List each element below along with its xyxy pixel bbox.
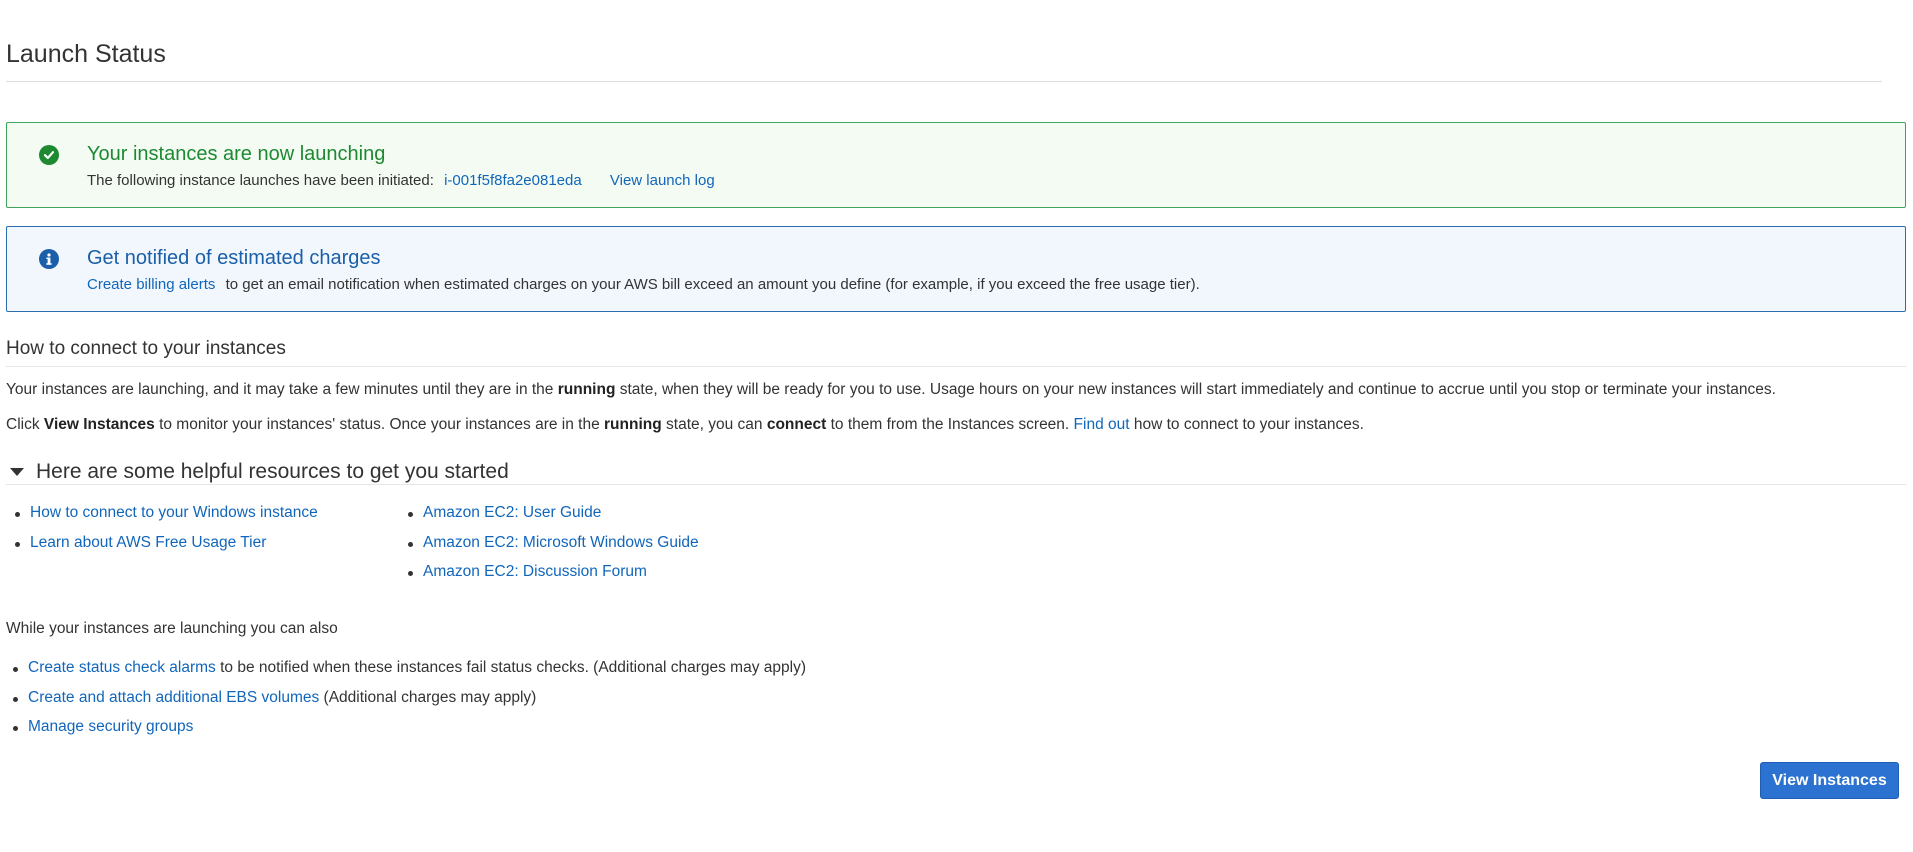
also-list: Create status check alarms to be notifie…: [4, 659, 806, 748]
list-item: Amazon EC2: Discussion Forum: [399, 563, 699, 593]
p2-text-d: to them from the Instances screen.: [830, 416, 1070, 433]
view-instances-button[interactable]: View Instances: [1760, 762, 1899, 799]
p2-text-b: to monitor your instances' status. Once …: [159, 416, 600, 433]
connect-paragraph-2: Click View Instances to monitor your ins…: [6, 416, 1364, 434]
list-item: Create and attach additional EBS volumes…: [4, 689, 806, 719]
list-item: Manage security groups: [4, 718, 806, 748]
caret-down-icon: [10, 468, 24, 476]
connect-heading: How to connect to your instances: [6, 338, 286, 359]
p1-text-b: state, when they will be ready for you t…: [619, 381, 1776, 398]
manage-security-groups-link[interactable]: Manage security groups: [28, 718, 193, 735]
list-item: How to connect to your Windows instance: [6, 504, 318, 534]
title-divider: [6, 81, 1882, 82]
also-heading: While your instances are launching you c…: [6, 620, 338, 637]
resources-right-list: Amazon EC2: User Guide Amazon EC2: Micro…: [399, 504, 699, 593]
list-item: Create status check alarms to be notifie…: [4, 659, 806, 689]
success-body: The following instance launches have bee…: [87, 172, 715, 189]
ebs-volumes-link[interactable]: Create and attach additional EBS volumes: [28, 689, 319, 706]
resources-divider: [6, 484, 1906, 485]
p2-bold-connect: connect: [766, 416, 827, 433]
windows-connect-link[interactable]: How to connect to your Windows instance: [30, 504, 318, 521]
free-tier-link[interactable]: Learn about AWS Free Usage Tier: [30, 534, 266, 551]
find-out-link[interactable]: Find out: [1074, 416, 1130, 433]
info-heading: Get notified of estimated charges: [87, 247, 381, 269]
p2-bold-view-instances: View Instances: [43, 416, 155, 433]
p1-bold-running: running: [557, 381, 616, 398]
ec2-forum-link[interactable]: Amazon EC2: Discussion Forum: [423, 563, 647, 580]
launch-success-alert: Your instances are now launching The fol…: [6, 122, 1906, 208]
p2-text-c: state, you can: [666, 416, 763, 433]
list-item: Amazon EC2: User Guide: [399, 504, 699, 534]
launch-status-page: Launch Status Your instances are now lau…: [0, 0, 1913, 852]
success-heading: Your instances are now launching: [87, 143, 386, 165]
list-item: Learn about AWS Free Usage Tier: [6, 534, 318, 564]
list-item: Amazon EC2: Microsoft Windows Guide: [399, 534, 699, 564]
resources-toggle[interactable]: Here are some helpful resources to get y…: [6, 460, 509, 484]
connect-paragraph-1: Your instances are launching, and it may…: [6, 381, 1776, 399]
instance-id-link[interactable]: i-001f5f8fa2e081eda: [444, 172, 582, 189]
info-body-text: to get an email notification when estima…: [225, 276, 1200, 293]
status-check-alarms-link[interactable]: Create status check alarms: [28, 659, 216, 676]
p1-text-a: Your instances are launching, and it may…: [6, 381, 554, 398]
ebs-volumes-text: (Additional charges may apply): [323, 688, 537, 706]
status-check-alarms-text: to be notified when these instances fail…: [220, 659, 806, 676]
success-body-text: The following instance launches have bee…: [87, 172, 434, 189]
p2-text-a: Click: [6, 416, 40, 433]
info-body: Create billing alerts to get an email no…: [87, 276, 1200, 293]
resources-left-list: How to connect to your Windows instance …: [6, 504, 318, 563]
create-billing-alerts-link[interactable]: Create billing alerts: [87, 276, 215, 293]
p2-text-e: how to connect to your instances.: [1133, 416, 1364, 433]
view-launch-log-link[interactable]: View launch log: [610, 172, 715, 189]
check-circle-icon: [39, 145, 59, 165]
info-circle-icon: [39, 249, 59, 269]
ec2-user-guide-link[interactable]: Amazon EC2: User Guide: [423, 504, 601, 521]
p2-bold-running: running: [604, 416, 662, 433]
billing-info-alert: Get notified of estimated charges Create…: [6, 226, 1906, 312]
ec2-windows-guide-link[interactable]: Amazon EC2: Microsoft Windows Guide: [423, 534, 699, 551]
connect-divider: [6, 366, 1906, 367]
resources-heading: Here are some helpful resources to get y…: [36, 460, 509, 483]
page-title: Launch Status: [6, 40, 166, 68]
